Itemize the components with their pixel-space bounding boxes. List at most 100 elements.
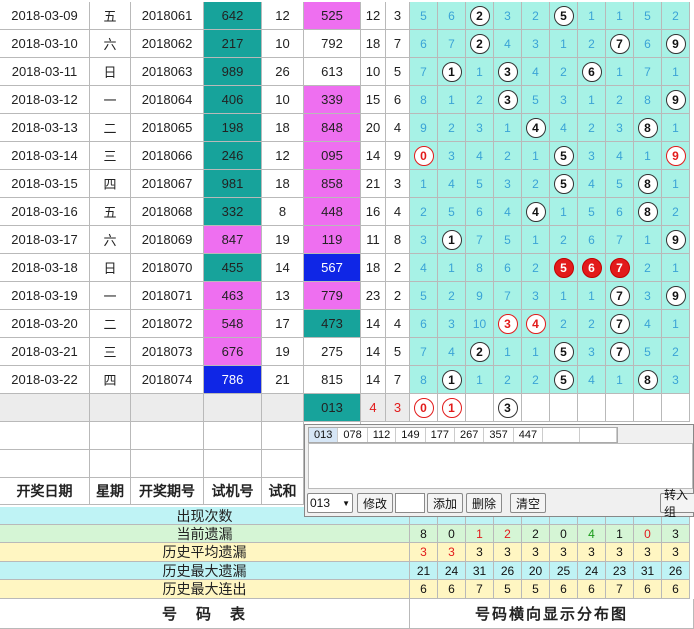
distribution-cell: 4 bbox=[578, 170, 606, 198]
distribution-cell: 3 bbox=[662, 366, 690, 394]
stat-value-cell: 7 bbox=[466, 580, 494, 599]
distribution-cell: 1 bbox=[438, 226, 466, 254]
trial-sum-cell: 18 bbox=[262, 114, 304, 142]
stat-value-cell: 3 bbox=[662, 525, 690, 543]
weekday-cell: 日 bbox=[90, 254, 131, 282]
stat-value-cell: 3 bbox=[466, 543, 494, 562]
distribution-cell: 1 bbox=[634, 226, 662, 254]
modify-button[interactable]: 修改 bbox=[357, 493, 393, 513]
chevron-down-icon[interactable]: ▼ bbox=[342, 499, 350, 508]
number-ball: 8 bbox=[637, 117, 658, 138]
distribution-cell: 2 bbox=[606, 86, 634, 114]
add-button[interactable]: 添加 bbox=[427, 493, 463, 513]
blank-cell bbox=[0, 394, 90, 422]
number-select[interactable]: 013 ▼ bbox=[307, 493, 353, 513]
saved-number-tab[interactable]: 149 bbox=[396, 428, 426, 442]
date-cell: 2018-03-12 bbox=[0, 86, 90, 114]
distribution-cell: 2 bbox=[662, 2, 690, 30]
trial-number-cell: 642 bbox=[204, 2, 262, 30]
number-ball: 5 bbox=[553, 257, 574, 278]
issue-cell: 2018064 bbox=[131, 86, 204, 114]
predict-distribution-cell bbox=[522, 394, 550, 422]
stat-label: 历史最大遗漏 bbox=[0, 562, 410, 580]
number-ball: 9 bbox=[665, 145, 686, 166]
weekday-cell: 五 bbox=[90, 198, 131, 226]
weekday-cell: 二 bbox=[90, 310, 131, 338]
distribution-cell: 4 bbox=[634, 310, 662, 338]
distribution-cell: 4 bbox=[606, 142, 634, 170]
distribution-cell: 5 bbox=[410, 2, 438, 30]
saved-number-tab[interactable]: 177 bbox=[426, 428, 455, 442]
saved-number-tab[interactable] bbox=[543, 428, 581, 442]
blank-cell bbox=[131, 450, 204, 478]
distribution-cell: 7 bbox=[410, 338, 438, 366]
saved-number-tab[interactable]: 078 bbox=[338, 428, 368, 442]
number-ball: 3 bbox=[497, 61, 518, 82]
number-ball: 5 bbox=[553, 341, 574, 362]
distribution-cell: 1 bbox=[662, 310, 690, 338]
span-cell: 9 bbox=[386, 142, 410, 170]
delete-button[interactable]: 删除 bbox=[466, 493, 502, 513]
number-ball: 9 bbox=[665, 229, 686, 250]
saved-number-tab[interactable]: 357 bbox=[484, 428, 514, 442]
stat-value-cell: 6 bbox=[578, 580, 606, 599]
trial-sum-cell: 17 bbox=[262, 310, 304, 338]
number-input[interactable] bbox=[395, 493, 425, 513]
stat-value-cell: 26 bbox=[662, 562, 690, 580]
stat-value-cell: 3 bbox=[550, 543, 578, 562]
distribution-cell: 2 bbox=[466, 338, 494, 366]
span-cell: 8 bbox=[386, 226, 410, 254]
number-ball: 9 bbox=[665, 33, 686, 54]
distribution-cell: 1 bbox=[522, 338, 550, 366]
number-ball: 5 bbox=[553, 173, 574, 194]
distribution-cell: 3 bbox=[438, 310, 466, 338]
blank-cell bbox=[204, 450, 262, 478]
distribution-cell: 9 bbox=[662, 86, 690, 114]
draw-number-cell: 567 bbox=[304, 254, 361, 282]
number-ball: 6 bbox=[581, 257, 602, 278]
saved-number-tab[interactable]: 447 bbox=[514, 428, 544, 442]
clear-button[interactable]: 清空 bbox=[510, 493, 546, 513]
distribution-cell: 0 bbox=[410, 142, 438, 170]
draw-number-cell: 779 bbox=[304, 282, 361, 310]
date-cell: 2018-03-22 bbox=[0, 366, 90, 394]
stat-value-cell: 0 bbox=[550, 525, 578, 543]
distribution-cell: 5 bbox=[634, 338, 662, 366]
predict-distribution-cell bbox=[578, 394, 606, 422]
stat-value-cell: 1 bbox=[466, 525, 494, 543]
date-cell: 2018-03-10 bbox=[0, 30, 90, 58]
issue-cell: 2018071 bbox=[131, 282, 204, 310]
stat-label: 历史平均遗漏 bbox=[0, 543, 410, 562]
trial-sum-cell: 18 bbox=[262, 170, 304, 198]
trial-number-cell: 246 bbox=[204, 142, 262, 170]
draw-number-cell: 095 bbox=[304, 142, 361, 170]
number-ball: 0 bbox=[413, 145, 434, 166]
weekday-cell: 三 bbox=[90, 142, 131, 170]
weekday-cell: 三 bbox=[90, 338, 131, 366]
sum-cell: 16 bbox=[361, 198, 386, 226]
trial-sum-cell: 12 bbox=[262, 142, 304, 170]
sum-cell: 14 bbox=[361, 310, 386, 338]
draw-number-cell: 448 bbox=[304, 198, 361, 226]
distribution-cell: 1 bbox=[522, 226, 550, 254]
distribution-cell: 1 bbox=[438, 58, 466, 86]
trial-sum-cell: 14 bbox=[262, 254, 304, 282]
distribution-cell: 2 bbox=[578, 114, 606, 142]
numbers-text-area[interactable] bbox=[308, 443, 693, 489]
stat-value-cell: 21 bbox=[410, 562, 438, 580]
draw-number-cell: 613 bbox=[304, 58, 361, 86]
saved-number-tab[interactable]: 112 bbox=[368, 428, 397, 442]
number-ball: 4 bbox=[525, 201, 546, 222]
distribution-cell: 8 bbox=[466, 254, 494, 282]
saved-number-tab[interactable] bbox=[580, 428, 618, 442]
number-ball: 5 bbox=[553, 369, 574, 390]
predict-distribution-cell: 1 bbox=[438, 394, 466, 422]
distribution-cell: 8 bbox=[634, 170, 662, 198]
distribution-cell: 5 bbox=[634, 2, 662, 30]
saved-number-tab[interactable]: 013 bbox=[309, 428, 339, 442]
number-ball: 1 bbox=[441, 61, 462, 82]
saved-number-tab[interactable]: 267 bbox=[455, 428, 485, 442]
trial-sum-cell: 10 bbox=[262, 86, 304, 114]
transfer-button[interactable]: 转入组 bbox=[660, 488, 694, 519]
distribution-cell: 7 bbox=[606, 338, 634, 366]
